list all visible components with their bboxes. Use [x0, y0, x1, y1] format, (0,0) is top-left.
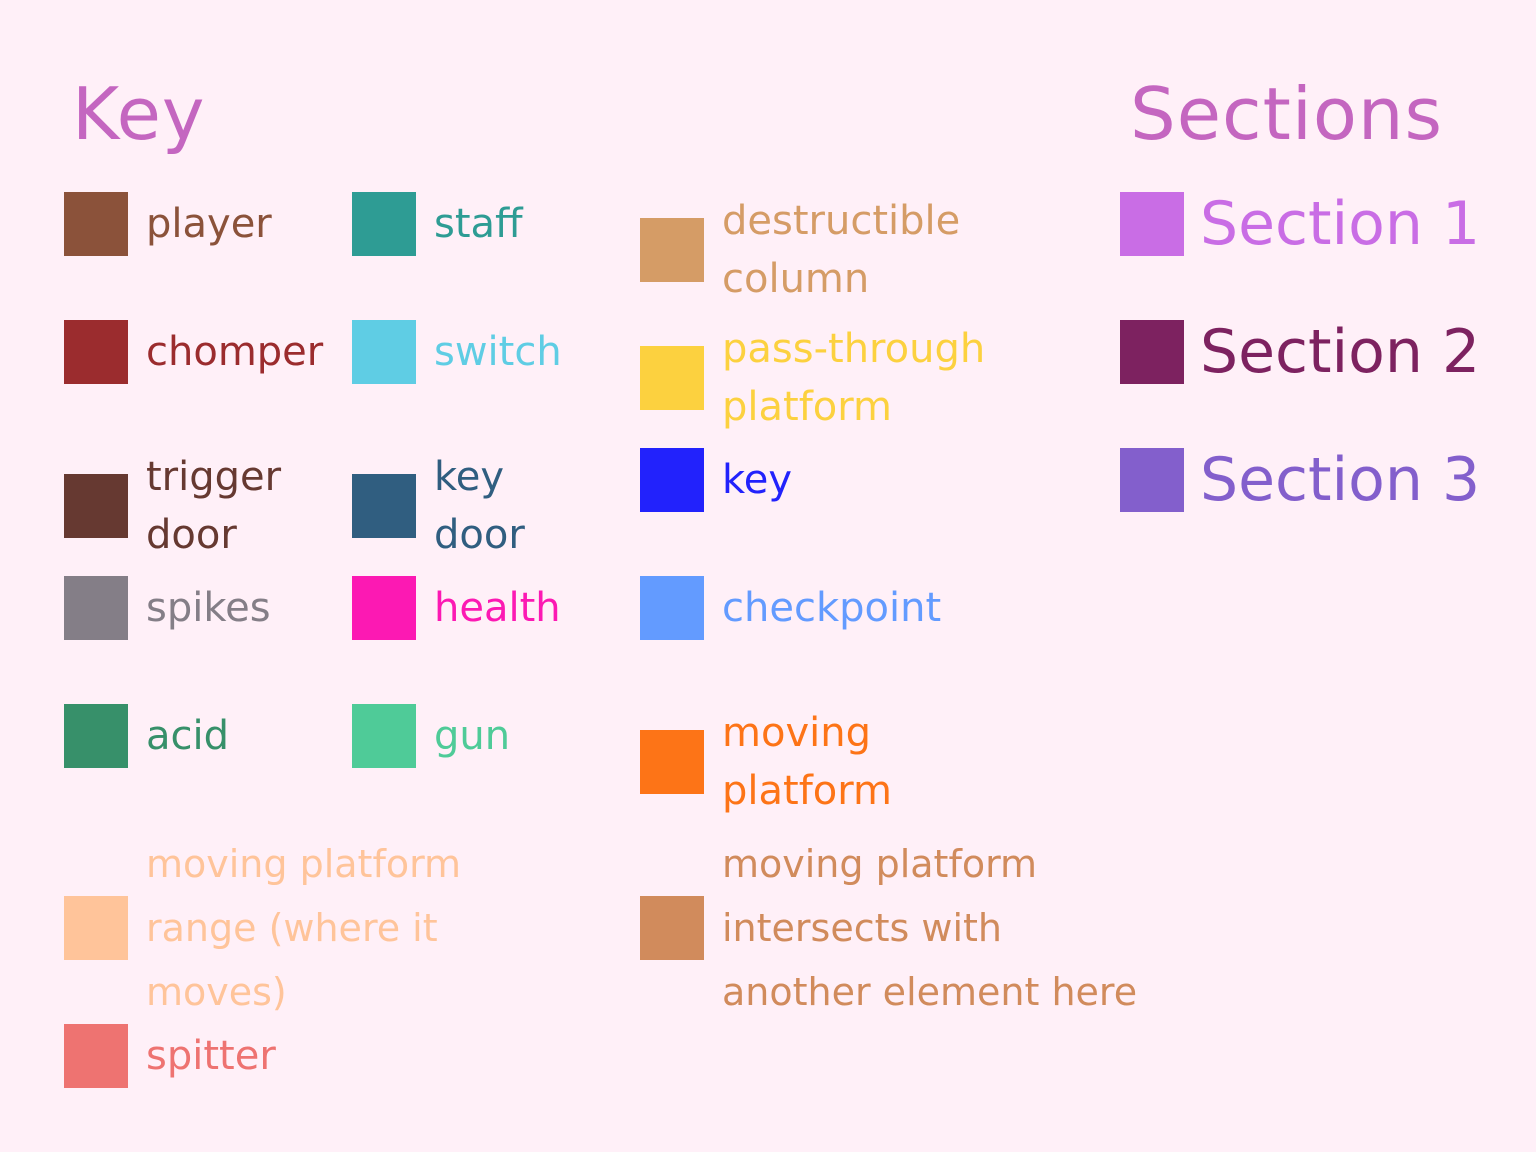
legend-swatch — [640, 448, 704, 512]
legend-label: key — [722, 457, 793, 503]
legend-swatch — [352, 192, 416, 256]
legend-label: player — [146, 201, 272, 247]
section-item-2: Section 2 — [1120, 320, 1480, 384]
legend-swatch — [640, 218, 704, 282]
section-label: Section 3 — [1200, 445, 1481, 515]
legend-swatch — [64, 576, 128, 640]
legend-item-key: key — [640, 448, 792, 512]
legend-label: key door — [434, 454, 525, 558]
legend-swatch — [64, 896, 128, 960]
legend-label: moving platform range (where it moves) — [146, 842, 462, 1014]
legend-item-acid: acid — [64, 704, 229, 768]
section-label: Section 2 — [1200, 317, 1481, 387]
legend-item-player: player — [64, 192, 272, 256]
section-item-3: Section 3 — [1120, 448, 1480, 512]
legend-label: checkpoint — [722, 585, 942, 631]
legend-label: spitter — [146, 1033, 276, 1079]
legend-item-key-door: key door — [352, 448, 525, 564]
legend-item-moving-platform: moving platform — [640, 704, 892, 820]
legend-item-moving-platform-intersection: moving platform intersects with another … — [640, 832, 1137, 1024]
legend-label: pass-through platform — [722, 326, 986, 430]
legend-label: gun — [434, 713, 511, 759]
legend-label: staff — [434, 201, 523, 247]
section-label: Section 1 — [1200, 189, 1481, 259]
legend-item-destructible-column: destructible column — [640, 192, 960, 308]
legend-swatch — [64, 474, 128, 538]
legend-swatch — [352, 576, 416, 640]
legend-item-checkpoint: checkpoint — [640, 576, 941, 640]
legend-item-spikes: spikes — [64, 576, 271, 640]
legend-label: health — [434, 585, 561, 631]
legend-label: moving platform — [722, 710, 892, 814]
legend-swatch — [352, 704, 416, 768]
legend-item-chomper: chomper — [64, 320, 323, 384]
legend-label: spikes — [146, 585, 271, 631]
legend-item-trigger-door: trigger door — [64, 448, 281, 564]
legend-item-pass-through-platform: pass-through platform — [640, 320, 985, 436]
legend-item-switch: switch — [352, 320, 562, 384]
legend-swatch — [640, 730, 704, 794]
section-swatch — [1120, 320, 1184, 384]
legend-label: trigger door — [146, 454, 282, 558]
legend-swatch — [640, 896, 704, 960]
legend-label: destructible column — [722, 198, 961, 302]
legend-label: moving platform intersects with another … — [722, 842, 1138, 1014]
legend-swatch — [64, 1024, 128, 1088]
legend-swatch — [352, 320, 416, 384]
section-swatch — [1120, 192, 1184, 256]
sections-title: Sections — [1130, 72, 1444, 156]
legend-item-gun: gun — [352, 704, 510, 768]
legend-item-staff: staff — [352, 192, 523, 256]
legend-swatch — [640, 346, 704, 410]
legend-swatch — [64, 192, 128, 256]
legend-swatch — [640, 576, 704, 640]
legend-swatch — [352, 474, 416, 538]
key-title: Key — [72, 72, 206, 156]
section-swatch — [1120, 448, 1184, 512]
legend-item-health: health — [352, 576, 561, 640]
legend-item-moving-platform-range: moving platform range (where it moves) — [64, 832, 461, 1024]
legend-label: acid — [146, 713, 230, 759]
legend-item-spitter: spitter — [64, 1024, 276, 1088]
section-item-1: Section 1 — [1120, 192, 1480, 256]
legend-label: chomper — [146, 329, 324, 375]
legend-label: switch — [434, 329, 562, 375]
legend-swatch — [64, 320, 128, 384]
legend-swatch — [64, 704, 128, 768]
